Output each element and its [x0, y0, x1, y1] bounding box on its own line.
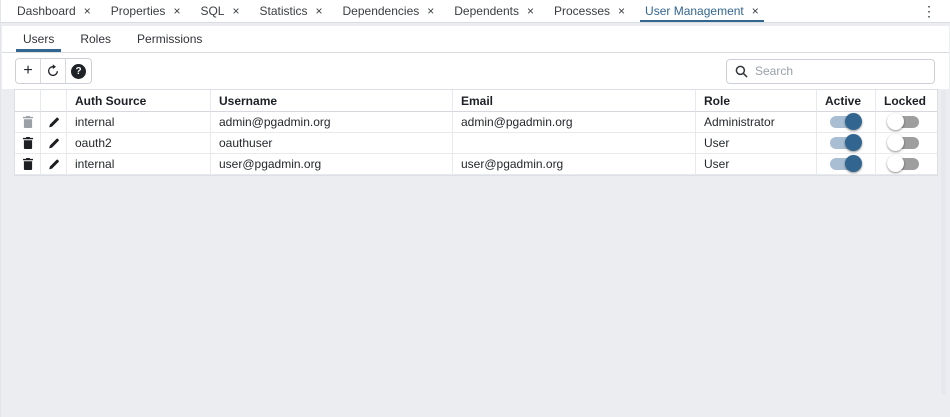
header-delete: [15, 90, 41, 112]
header-email: Email: [453, 90, 696, 112]
table-row: oauth2 oauthuser User: [15, 133, 937, 154]
vertical-scrollbar[interactable]: [941, 90, 946, 395]
kebab-menu-icon[interactable]: ⋮: [918, 3, 940, 20]
plus-icon: +: [23, 62, 32, 80]
users-toolbar: + ?: [2, 53, 949, 89]
cell-email: admin@pgadmin.org: [453, 112, 696, 133]
locked-toggle[interactable]: [889, 158, 919, 170]
header-auth-source: Auth Source: [67, 90, 211, 112]
delete-icon[interactable]: [23, 158, 33, 170]
locked-toggle[interactable]: [889, 116, 919, 128]
subtab-label: Users: [23, 32, 54, 46]
table-row: internal user@pgadmin.org user@pgadmin.o…: [15, 154, 937, 175]
refresh-button[interactable]: [41, 59, 66, 83]
tab-label: Properties: [111, 4, 166, 18]
delete-icon[interactable]: [23, 116, 33, 128]
edit-icon[interactable]: [48, 158, 60, 170]
toggle-knob: [887, 113, 904, 130]
tab-statistics[interactable]: Statistics ×: [249, 0, 332, 22]
help-button[interactable]: ?: [66, 59, 91, 83]
header-active: Active: [817, 90, 876, 112]
active-toggle[interactable]: [830, 137, 860, 149]
locked-toggle[interactable]: [889, 137, 919, 149]
subtab-label: Permissions: [137, 32, 202, 46]
tab-processes[interactable]: Processes ×: [544, 0, 635, 22]
cell-username: oauthuser: [211, 133, 453, 154]
add-user-button[interactable]: +: [16, 59, 41, 83]
toggle-knob: [887, 155, 904, 172]
cell-role: Administrator: [696, 112, 817, 133]
edit-icon[interactable]: [48, 116, 60, 128]
header-role: Role: [696, 90, 817, 112]
tab-label: Processes: [554, 4, 610, 18]
tab-label: User Management: [645, 4, 744, 18]
cell-username: user@pgadmin.org: [211, 154, 453, 175]
cell-auth-source: oauth2: [67, 133, 211, 154]
user-management-subtabs: Users Roles Permissions: [2, 26, 949, 53]
close-icon[interactable]: ×: [316, 5, 323, 17]
toggle-knob: [845, 155, 862, 172]
edit-icon[interactable]: [48, 137, 60, 149]
toggle-knob: [845, 134, 862, 151]
cell-auth-source: internal: [67, 112, 211, 133]
tab-label: SQL: [200, 4, 224, 18]
tab-dashboard[interactable]: Dashboard ×: [7, 0, 101, 22]
close-icon[interactable]: ×: [427, 5, 434, 17]
header-username: Username: [211, 90, 453, 112]
header-locked: Locked: [876, 90, 937, 112]
main-tabbar: Dashboard × Properties × SQL × Statistic…: [1, 0, 950, 23]
tab-dependents[interactable]: Dependents ×: [444, 0, 544, 22]
tab-label: Dependents: [454, 4, 519, 18]
search-box[interactable]: [726, 59, 935, 84]
subtab-users[interactable]: Users: [10, 26, 67, 52]
cell-email: [453, 133, 696, 154]
toggle-knob: [845, 113, 862, 130]
tab-dependencies[interactable]: Dependencies ×: [333, 0, 445, 22]
close-icon[interactable]: ×: [527, 5, 534, 17]
tab-label: Dependencies: [343, 4, 420, 18]
tab-label: Dashboard: [17, 4, 76, 18]
search-icon: [735, 65, 748, 78]
cell-role: User: [696, 154, 817, 175]
header-edit: [41, 90, 67, 112]
delete-icon[interactable]: [23, 137, 33, 149]
active-toggle[interactable]: [830, 158, 860, 170]
table-header-row: Auth Source Username Email Role Active L…: [15, 90, 937, 112]
tab-properties[interactable]: Properties ×: [101, 0, 191, 22]
close-icon[interactable]: ×: [173, 5, 180, 17]
subtab-roles[interactable]: Roles: [67, 26, 124, 52]
active-toggle[interactable]: [830, 116, 860, 128]
tab-sql[interactable]: SQL ×: [190, 0, 249, 22]
toggle-knob: [887, 134, 904, 151]
close-icon[interactable]: ×: [232, 5, 239, 17]
users-table: Auth Source Username Email Role Active L…: [14, 89, 938, 176]
cell-email: user@pgadmin.org: [453, 154, 696, 175]
subtab-label: Roles: [80, 32, 111, 46]
cell-role: User: [696, 133, 817, 154]
refresh-icon: [46, 64, 60, 78]
close-icon[interactable]: ×: [84, 5, 91, 17]
close-icon[interactable]: ×: [618, 5, 625, 17]
cell-auth-source: internal: [67, 154, 211, 175]
toolbar-button-group: + ?: [15, 58, 92, 84]
close-icon[interactable]: ×: [752, 5, 759, 17]
subtab-permissions[interactable]: Permissions: [124, 26, 215, 52]
tab-user-management[interactable]: User Management ×: [635, 0, 769, 22]
table-row: internal admin@pgadmin.org admin@pgadmin…: [15, 112, 937, 133]
search-input[interactable]: [755, 64, 926, 78]
tab-label: Statistics: [259, 4, 307, 18]
help-icon: ?: [71, 64, 86, 79]
cell-username: admin@pgadmin.org: [211, 112, 453, 133]
